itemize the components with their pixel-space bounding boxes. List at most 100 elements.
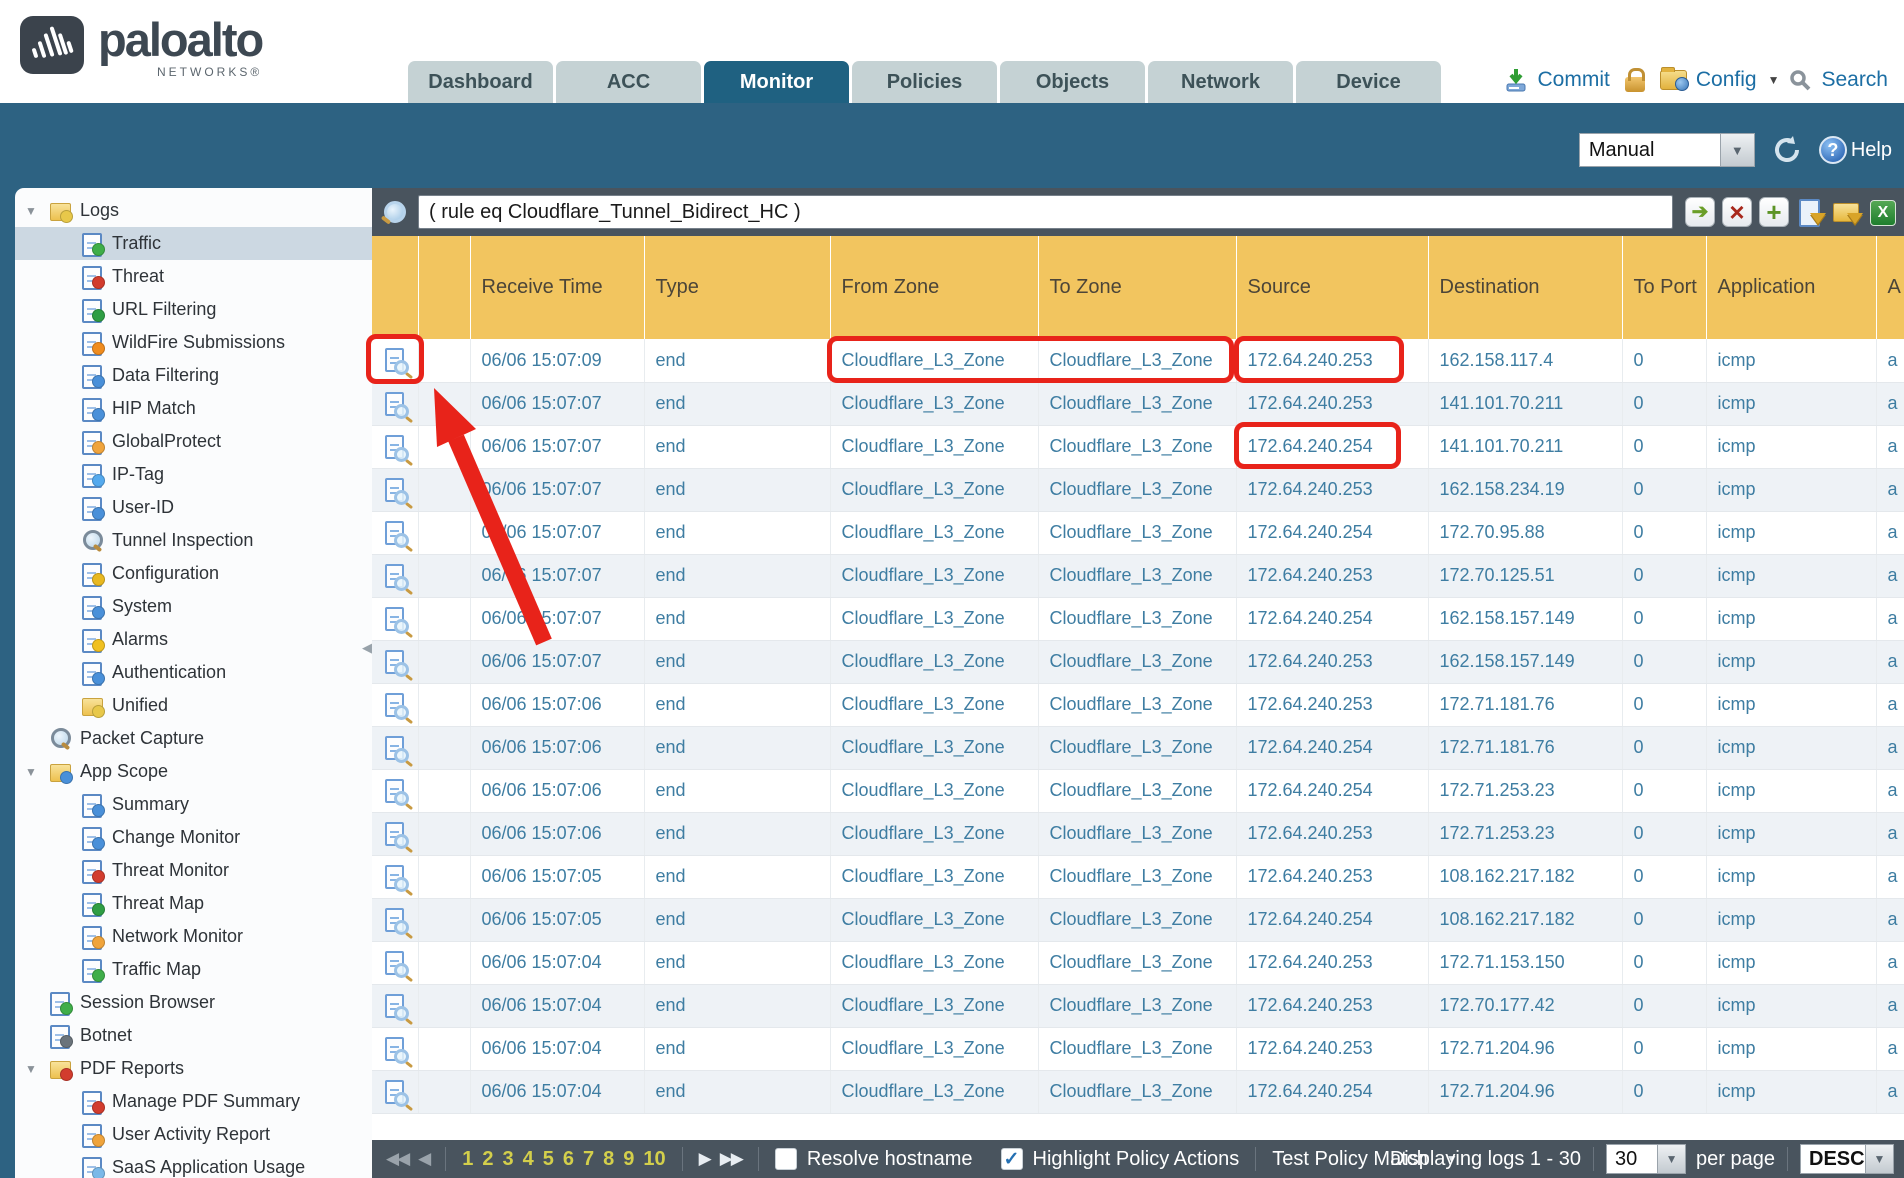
refresh-mode-caret-icon[interactable]: ▼ (1721, 133, 1755, 167)
expand-triangle-icon[interactable]: ▼ (25, 204, 49, 218)
lock-icon[interactable] (1625, 77, 1645, 92)
sidebar-item-threat-monitor[interactable]: Threat Monitor (15, 854, 372, 887)
log-detail-icon[interactable] (385, 478, 404, 502)
resolve-hostname-checkbox[interactable] (775, 1148, 797, 1170)
sidebar-item-change-monitor[interactable]: Change Monitor (15, 821, 372, 854)
help-label[interactable]: Help (1851, 139, 1892, 162)
page-number-5[interactable]: 5 (543, 1148, 554, 1171)
log-detail-icon[interactable] (385, 650, 404, 674)
column-header-from-zone[interactable]: From Zone (830, 236, 1038, 339)
log-detail-icon[interactable] (385, 1080, 404, 1104)
expand-triangle-icon[interactable]: ▼ (25, 765, 49, 779)
sidebar-item-botnet[interactable]: Botnet (15, 1019, 372, 1052)
tab-device[interactable]: Device (1296, 61, 1441, 103)
help-icon[interactable]: ? (1819, 136, 1847, 164)
search-button[interactable]: Search (1821, 68, 1888, 92)
log-detail-icon[interactable] (385, 607, 404, 631)
sidebar-item-system[interactable]: System (15, 590, 372, 623)
per-page-select[interactable]: 30 (1606, 1144, 1658, 1174)
column-header-receive-time[interactable]: Receive Time (470, 236, 644, 339)
log-detail-icon[interactable] (385, 951, 404, 975)
sort-order-select[interactable]: DESC (1800, 1144, 1866, 1174)
log-detail-icon[interactable] (385, 865, 404, 889)
column-header-a[interactable]: A (1876, 236, 1904, 339)
sidebar-collapse-icon[interactable]: ◀ (362, 640, 372, 656)
log-detail-icon[interactable] (385, 435, 404, 459)
sidebar-item-manage-pdf-summary[interactable]: Manage PDF Summary (15, 1085, 372, 1118)
config-caret-icon[interactable]: ▼ (1768, 73, 1780, 87)
log-detail-icon[interactable] (385, 564, 404, 588)
sidebar-item-user-activity-report[interactable]: User Activity Report (15, 1118, 372, 1151)
page-number-9[interactable]: 9 (623, 1148, 634, 1171)
clear-filter-button[interactable]: × (1722, 197, 1752, 227)
sidebar-item-threat[interactable]: Threat (15, 260, 372, 293)
refresh-icon[interactable] (1771, 134, 1803, 166)
tab-network[interactable]: Network (1148, 61, 1293, 103)
page-number-10[interactable]: 10 (643, 1148, 665, 1171)
column-header-type[interactable]: Type (644, 236, 830, 339)
tab-dashboard[interactable]: Dashboard (408, 61, 553, 103)
config-button[interactable]: Config (1696, 68, 1757, 92)
log-detail-icon[interactable] (385, 1037, 404, 1061)
sidebar-item-saas-application-usage[interactable]: SaaS Application Usage (15, 1151, 372, 1178)
log-detail-icon[interactable] (385, 822, 404, 846)
sidebar-item-logs[interactable]: ▼Logs (15, 194, 372, 227)
sidebar-item-configuration[interactable]: Configuration (15, 557, 372, 590)
log-detail-icon[interactable] (385, 521, 404, 545)
log-detail-icon[interactable] (385, 693, 404, 717)
sidebar-item-tunnel-inspection[interactable]: Tunnel Inspection (15, 524, 372, 557)
page-number-6[interactable]: 6 (563, 1148, 574, 1171)
tab-acc[interactable]: ACC (556, 61, 701, 103)
page-number-3[interactable]: 3 (502, 1148, 513, 1171)
load-filter-icon[interactable] (1833, 197, 1863, 227)
sidebar-item-packet-capture[interactable]: Packet Capture (15, 722, 372, 755)
page-number-1[interactable]: 1 (462, 1148, 473, 1171)
column-header-to-zone[interactable]: To Zone (1038, 236, 1236, 339)
sidebar-item-data-filtering[interactable]: Data Filtering (15, 359, 372, 392)
tab-policies[interactable]: Policies (852, 61, 997, 103)
tab-monitor[interactable]: Monitor (704, 61, 849, 103)
sort-order-caret-icon[interactable]: ▼ (1866, 1144, 1894, 1174)
highlight-policy-actions-checkbox[interactable] (1001, 1148, 1023, 1170)
sidebar-item-alarms[interactable]: Alarms (15, 623, 372, 656)
log-detail-icon[interactable] (385, 348, 404, 372)
sidebar-item-session-browser[interactable]: Session Browser (15, 986, 372, 1019)
prev-page-icon[interactable]: ◀ (418, 1149, 429, 1169)
sidebar-item-unified[interactable]: Unified (15, 689, 372, 722)
refresh-mode-select[interactable]: Manual (1579, 133, 1721, 167)
log-detail-icon[interactable] (385, 994, 404, 1018)
sidebar-item-threat-map[interactable]: Threat Map (15, 887, 372, 920)
tab-objects[interactable]: Objects (1000, 61, 1145, 103)
apply-filter-button[interactable]: ➔ (1685, 197, 1715, 227)
commit-button[interactable]: Commit (1538, 68, 1610, 92)
log-detail-icon[interactable] (385, 392, 404, 416)
log-detail-icon[interactable] (385, 736, 404, 760)
sidebar-item-authentication[interactable]: Authentication (15, 656, 372, 689)
sidebar-item-pdf-reports[interactable]: ▼PDF Reports (15, 1052, 372, 1085)
sidebar-item-user-id[interactable]: User-ID (15, 491, 372, 524)
sidebar-item-traffic-map[interactable]: Traffic Map (15, 953, 372, 986)
sidebar-item-wildfire-submissions[interactable]: WildFire Submissions (15, 326, 372, 359)
sidebar-item-network-monitor[interactable]: Network Monitor (15, 920, 372, 953)
log-detail-icon[interactable] (385, 908, 404, 932)
log-detail-icon[interactable] (385, 779, 404, 803)
page-number-8[interactable]: 8 (603, 1148, 614, 1171)
column-header-source[interactable]: Source (1236, 236, 1428, 339)
per-page-caret-icon[interactable]: ▼ (1658, 1144, 1686, 1174)
column-header-destination[interactable]: Destination (1428, 236, 1622, 339)
column-header-application[interactable]: Application (1706, 236, 1876, 339)
last-page-icon[interactable]: ▶▶ (720, 1149, 742, 1169)
sidebar-item-globalprotect[interactable]: GlobalProtect (15, 425, 372, 458)
sidebar-item-ip-tag[interactable]: IP-Tag (15, 458, 372, 491)
export-csv-icon[interactable]: X (1870, 200, 1896, 226)
filter-query-input[interactable] (418, 195, 1673, 229)
add-filter-button[interactable]: + (1759, 197, 1789, 227)
sidebar-item-traffic[interactable]: Traffic (15, 227, 372, 260)
page-number-4[interactable]: 4 (523, 1148, 534, 1171)
first-page-icon[interactable]: ◀◀ (386, 1149, 408, 1169)
sidebar-item-hip-match[interactable]: HIP Match (15, 392, 372, 425)
sidebar-item-url-filtering[interactable]: URL Filtering (15, 293, 372, 326)
expand-triangle-icon[interactable]: ▼ (25, 1062, 49, 1076)
sidebar-item-summary[interactable]: Summary (15, 788, 372, 821)
page-number-7[interactable]: 7 (583, 1148, 594, 1171)
